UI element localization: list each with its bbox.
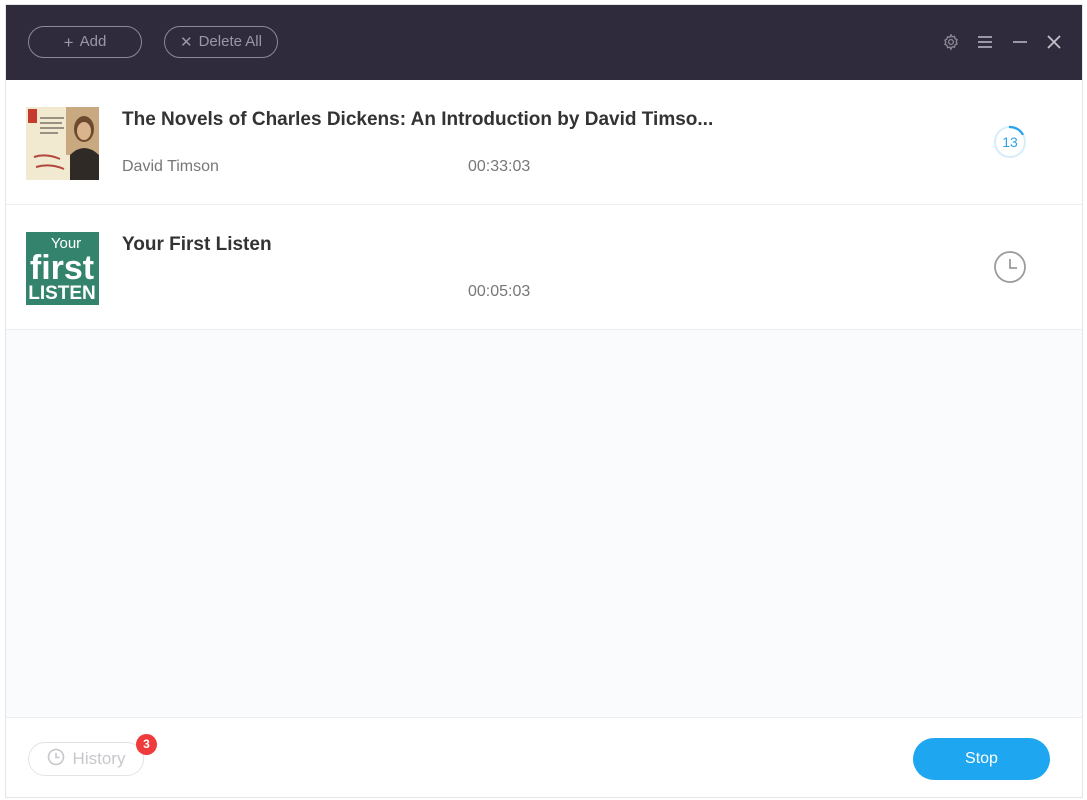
item-title: The Novels of Charles Dickens: An Introd… [122, 109, 714, 130]
cover-text-first: first [30, 249, 94, 287]
close-icon[interactable] [1041, 29, 1067, 55]
history-label: History [72, 749, 126, 768]
title-bar: + Add ✕ Delete All [6, 5, 1082, 80]
add-button[interactable]: + Add [28, 26, 142, 58]
history-button[interactable]: History [28, 742, 144, 776]
hamburger-menu-icon[interactable] [972, 29, 998, 55]
cover-text-listen: LISTEN [28, 283, 96, 304]
dickens-book-cover [26, 107, 99, 180]
list-item[interactable]: Your first LISTEN Your First Listen 00:0… [6, 205, 1082, 330]
item-duration: 00:33:03 [468, 158, 531, 175]
delete-all-button[interactable]: ✕ Delete All [164, 26, 278, 58]
item-title: Your First Listen [122, 234, 272, 255]
progress-value: 13 [1002, 134, 1018, 150]
add-button-label: Add [79, 33, 107, 50]
audiobook-list: The Novels of Charles Dickens: An Introd… [6, 80, 1082, 330]
clock-icon [992, 249, 1028, 285]
plus-icon: + [63, 32, 74, 52]
item-duration: 00:05:03 [468, 283, 531, 300]
your-first-listen-cover: Your first LISTEN [26, 232, 99, 305]
gear-icon[interactable] [938, 29, 964, 55]
clock-icon [47, 748, 65, 771]
minimize-icon[interactable] [1007, 29, 1033, 55]
item-author: David Timson [122, 158, 219, 175]
stop-button[interactable]: Stop [913, 738, 1050, 780]
delete-all-button-label: Delete All [198, 33, 262, 50]
history-count-badge: 3 [136, 734, 157, 755]
x-icon: ✕ [180, 33, 193, 51]
app-window: + Add ✕ Delete All The Novels of Charles… [5, 4, 1083, 798]
footer-bar: History 3 Stop [6, 717, 1082, 797]
progress-ring-icon: 13 [992, 124, 1028, 160]
list-item[interactable]: The Novels of Charles Dickens: An Introd… [6, 80, 1082, 205]
